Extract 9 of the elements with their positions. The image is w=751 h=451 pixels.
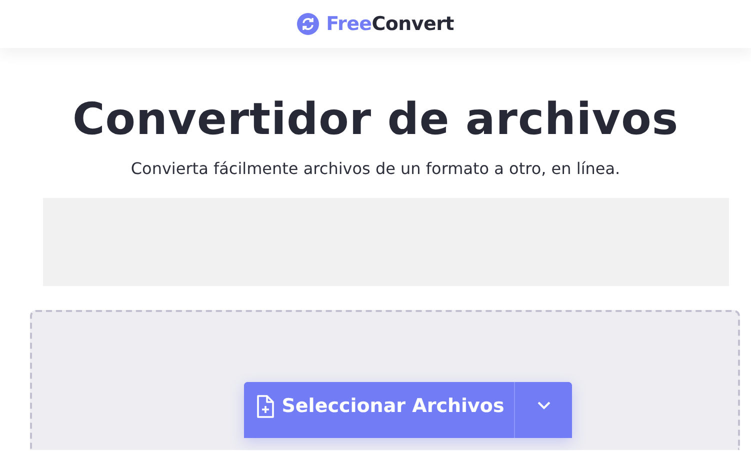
dropdown-button[interactable] [514,382,572,438]
logo-wordmark[interactable]: FreeConvert [326,13,454,35]
drop-zone[interactable]: Seleccionar Archivos [30,310,740,450]
select-files-button[interactable]: Seleccionar Archivos [244,382,514,438]
page-title: Convertidor de archivos [72,94,679,145]
sync-logo-icon [297,13,320,35]
page-subtitle: Convierta fácilmente archivos de un formato a otro, en línea. [130,159,620,178]
file-add-icon [256,395,274,419]
chevron-down-icon [536,401,551,410]
